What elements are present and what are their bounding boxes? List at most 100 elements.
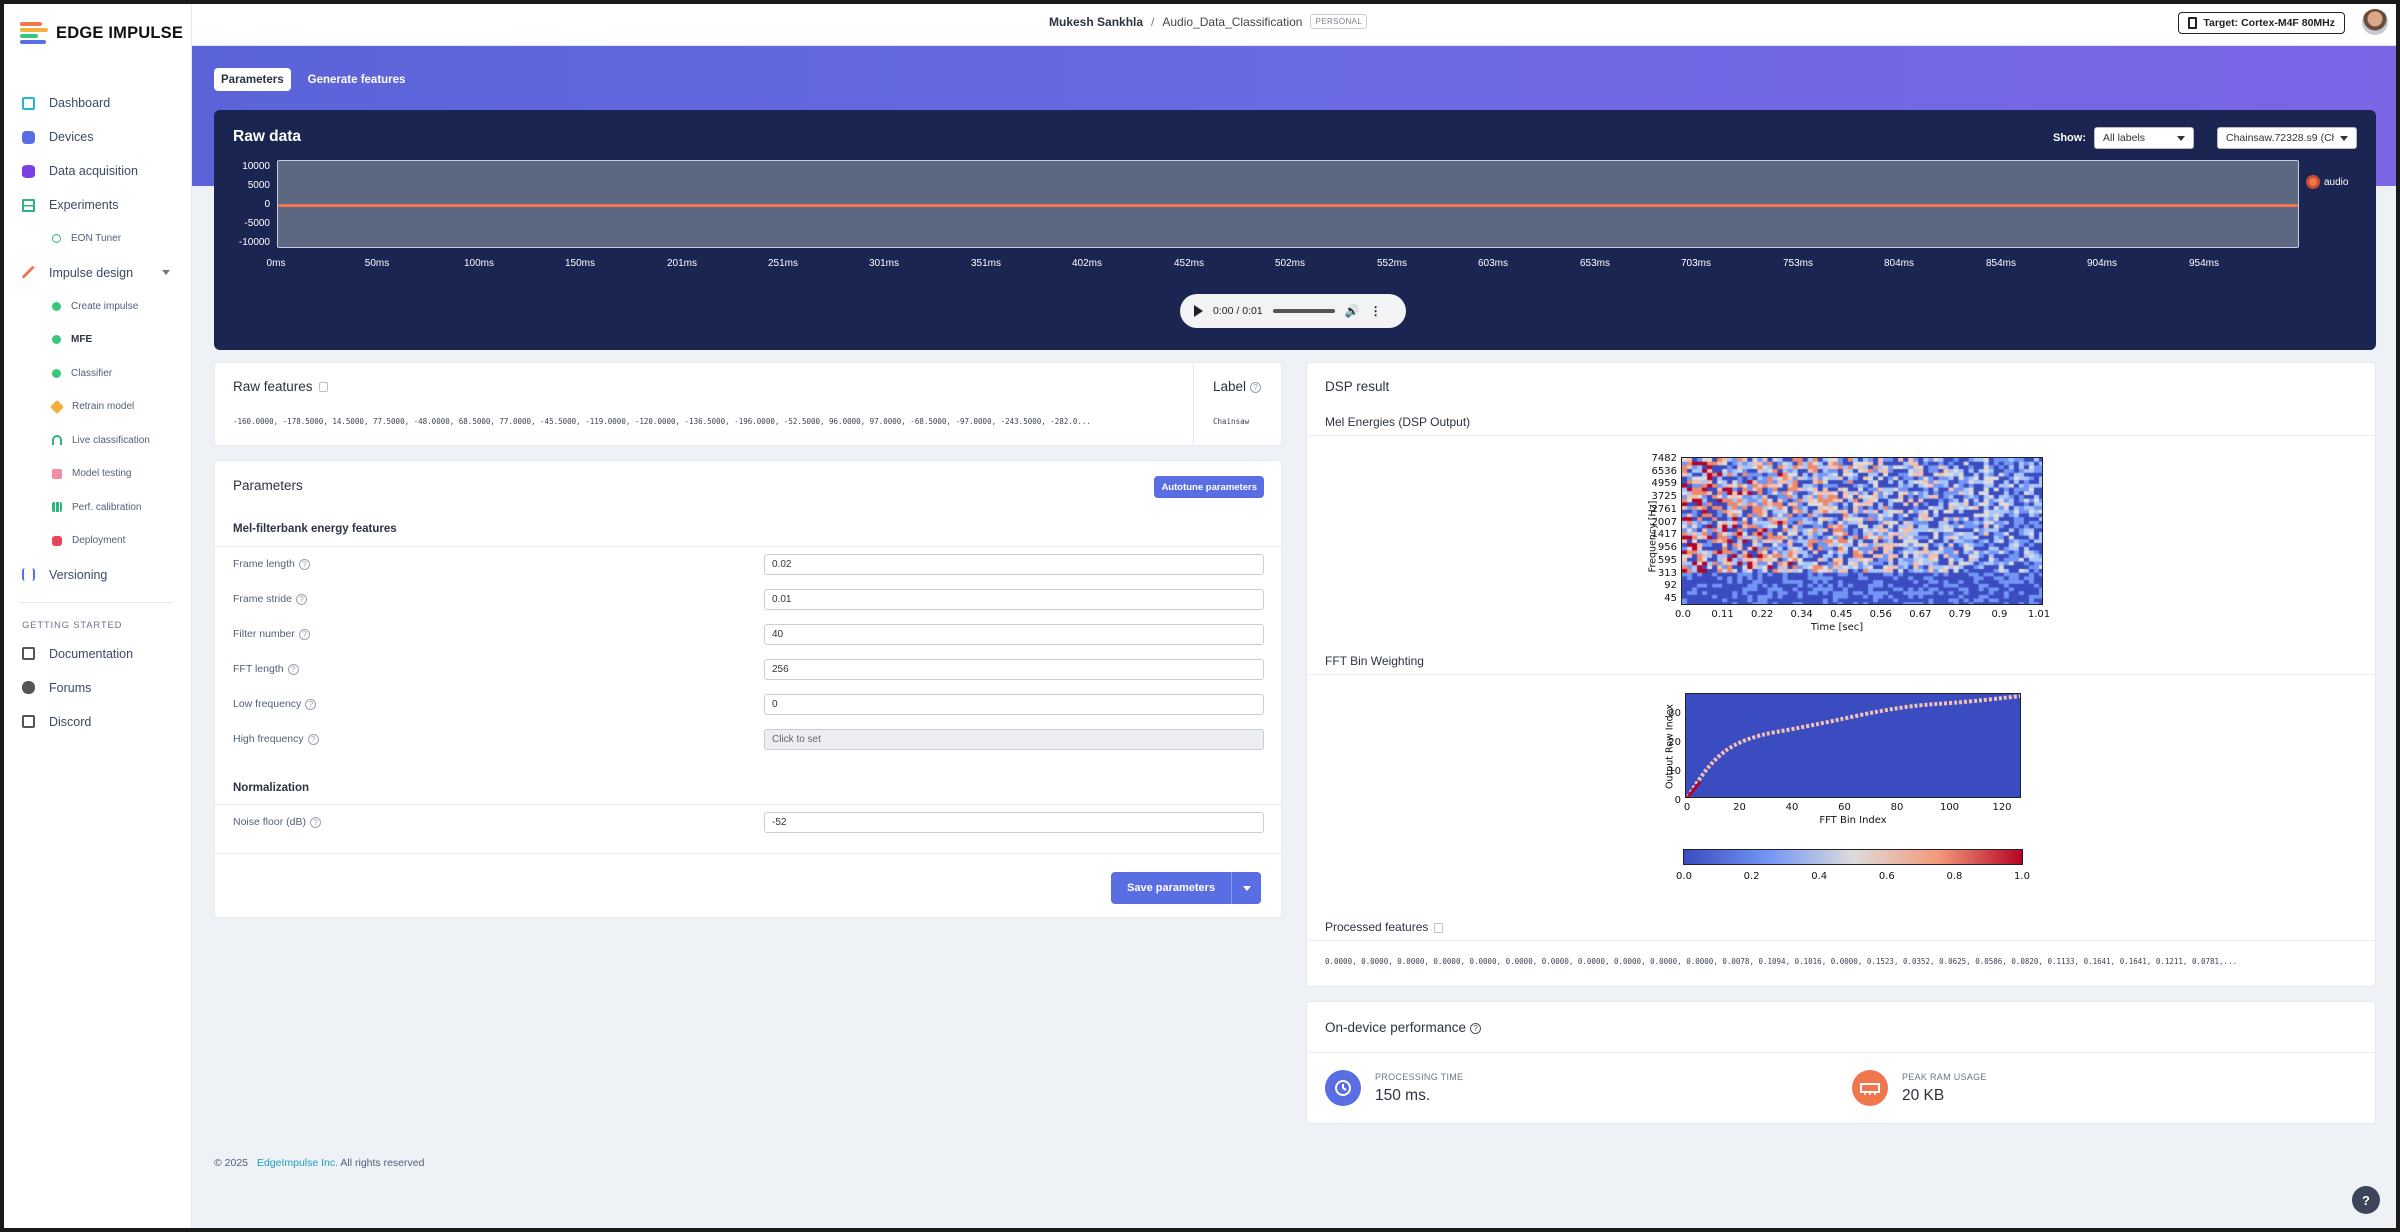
colorbar-tick: 0.6 (1878, 871, 1895, 882)
frame-length-input[interactable]: 0.02 (764, 554, 1264, 575)
fft-x-tick: 80 (1890, 802, 1904, 813)
more-options-icon[interactable]: ⋮ (1370, 304, 1382, 318)
help-icon[interactable]: ? (298, 558, 310, 570)
logo-text: EDGE IMPULSE (56, 23, 184, 42)
sidebar-item-dashboard[interactable]: Dashboard (0, 86, 192, 120)
processing-time-label: PROCESSING TIME (1375, 1071, 1464, 1082)
help-icon[interactable]: ? (1250, 381, 1262, 393)
fft-x-tick: 120 (1992, 802, 2012, 813)
avatar[interactable] (2362, 9, 2388, 35)
save-options-dropdown[interactable] (1231, 872, 1262, 904)
sidebar-item-retrain-model[interactable]: Retrain model (0, 390, 192, 424)
x-tick: 954ms (2188, 258, 2220, 269)
tab-generate-features[interactable]: Generate features (301, 68, 413, 91)
sidebar-item-label: Model testing (72, 468, 132, 480)
sidebar-item-experiments[interactable]: Experiments (0, 188, 192, 222)
legend-marker-icon (2306, 175, 2320, 189)
sidebar-item-classifier[interactable]: Classifier (0, 357, 192, 391)
sidebar-item-impulse-design[interactable]: Impulse design (0, 256, 192, 290)
fft-y-tick: 0 (1674, 795, 1681, 806)
target-button[interactable]: Target: Cortex-M4F 80MHz (2178, 12, 2345, 34)
play-icon[interactable] (1194, 305, 1203, 317)
sidebar-item-forums[interactable]: Forums (0, 671, 192, 705)
mel-section-title: Mel-filterbank energy features (233, 523, 397, 535)
frame-stride-input[interactable]: 0.01 (764, 589, 1264, 610)
sidebar-item-live-classification[interactable]: Live classification (0, 424, 192, 458)
footer: © 2025 EdgeImpulse Inc. All rights reser… (214, 1157, 424, 1169)
breadcrumb: Mukesh Sankhla / Audio_Data_Classificati… (1049, 14, 1368, 29)
mel-y-tick: 956 (1657, 542, 1677, 554)
sidebar-item-perf-calibration[interactable]: Perf. calibration (0, 491, 192, 525)
fft-bin-weighting-title: FFT Bin Weighting (1325, 654, 1424, 668)
performance-title: On-device performance? (1325, 1020, 1482, 1035)
help-icon[interactable]: ? (307, 733, 319, 745)
filter-number-input[interactable]: 40 (764, 624, 1264, 645)
chevron-down-icon[interactable] (162, 269, 170, 279)
help-icon[interactable]: ? (305, 698, 317, 710)
noise-floor-input[interactable]: -52 (764, 812, 1264, 833)
high-frequency-input[interactable]: Click to set (764, 729, 1264, 750)
help-button[interactable]: ? (2352, 1186, 2380, 1214)
low-frequency-input[interactable]: 0 (764, 694, 1264, 715)
x-tick: 653ms (1579, 258, 1611, 269)
sidebar-item-model-testing[interactable]: Model testing (0, 457, 192, 491)
sidebar-item-eon-tuner[interactable]: EON Tuner (0, 222, 192, 256)
volume-icon[interactable]: 🔊 (1345, 304, 1360, 318)
table-icon (22, 198, 35, 212)
fft-length-input[interactable]: 256 (764, 659, 1264, 680)
sidebar-item-label: Devices (49, 130, 94, 144)
waveform-plot[interactable] (277, 160, 2299, 248)
param-label-text: High frequency (233, 733, 304, 745)
sidebar-item-label: Dashboard (49, 96, 111, 110)
label-title-text: Label (1213, 379, 1247, 394)
help-icon[interactable]: ? (1470, 1022, 1482, 1034)
breadcrumb-project[interactable]: Audio_Data_Classification (1162, 15, 1302, 29)
help-icon[interactable]: ? (295, 593, 307, 605)
sidebar-item-versioning[interactable]: Versioning (0, 558, 192, 592)
tab-parameters[interactable]: Parameters (214, 68, 291, 91)
help-icon[interactable]: ? (287, 663, 299, 675)
mel-x-tick: 0.56 (1869, 609, 1892, 620)
save-parameters-button[interactable]: Save parameters (1111, 872, 1232, 904)
sidebar-item-documentation[interactable]: Documentation (0, 637, 192, 671)
sidebar-item-mfe[interactable]: MFE (0, 323, 192, 357)
sample-select[interactable]: Chainsaw.72328.s9 (Ch (2217, 127, 2357, 149)
peak-ram-stat: PEAK RAM USAGE 20 KB (1852, 1070, 1987, 1106)
sidebar-divider (20, 601, 172, 603)
copy-icon[interactable] (318, 382, 328, 393)
sidebar-item-deployment[interactable]: Deployment (0, 524, 192, 558)
sidebar-item-devices[interactable]: Devices (0, 120, 192, 154)
x-tick: 703ms (1680, 258, 1712, 269)
logo[interactable]: EDGE IMPULSE (20, 22, 183, 44)
sidebar-item-discord[interactable]: Discord (0, 705, 192, 739)
sample-value: Chainsaw.72328.s9 (Ch (2226, 132, 2334, 144)
target-label: Target: Cortex-M4F 80MHz (2203, 17, 2335, 29)
mel-x-tick: 0.34 (1790, 609, 1813, 620)
help-icon[interactable]: ? (298, 628, 310, 640)
peak-ram-label: PEAK RAM USAGE (1902, 1071, 1987, 1082)
memory-icon (1852, 1070, 1888, 1106)
raw-features-card: Raw features -160.0000, -178.5000, 14.50… (214, 362, 1282, 446)
label-filter-select[interactable]: All labels (2094, 127, 2194, 149)
copy-icon[interactable] (1434, 922, 1444, 933)
sidebar-item-label: Retrain model (72, 401, 135, 413)
audio-seek-bar[interactable] (1272, 309, 1335, 313)
raw-features-values: -160.0000, -178.5000, 14.5000, 77.5000, … (233, 417, 1091, 426)
sidebar-item-create-impulse[interactable]: Create impulse (0, 290, 192, 324)
sidebar-item-label: Discord (49, 714, 92, 729)
param-label-text: Frame stride (233, 593, 292, 605)
footer-company-link[interactable]: EdgeImpulse Inc. (257, 1157, 338, 1169)
fft-x-tick: 60 (1838, 802, 1851, 813)
colorbar-tick: 1.0 (2014, 871, 2030, 882)
breadcrumb-user[interactable]: Mukesh Sankhla (1049, 15, 1143, 29)
autotune-button[interactable]: Autotune parameters (1154, 476, 1264, 498)
sidebar-item-data-acquisition[interactable]: Data acquisition (0, 154, 192, 188)
sidebar-item-label: Versioning (49, 567, 108, 582)
sidebar: EDGE IMPULSE Dashboard Devices Data acqu… (0, 0, 192, 1232)
legend-label: audio (2324, 176, 2349, 188)
x-tick: 100ms (463, 258, 495, 269)
help-icon[interactable]: ? (309, 816, 321, 828)
save-button-group: Save parameters (1111, 872, 1262, 904)
bar-chart-icon (52, 502, 62, 513)
chart-legend[interactable]: audio (2306, 175, 2348, 189)
